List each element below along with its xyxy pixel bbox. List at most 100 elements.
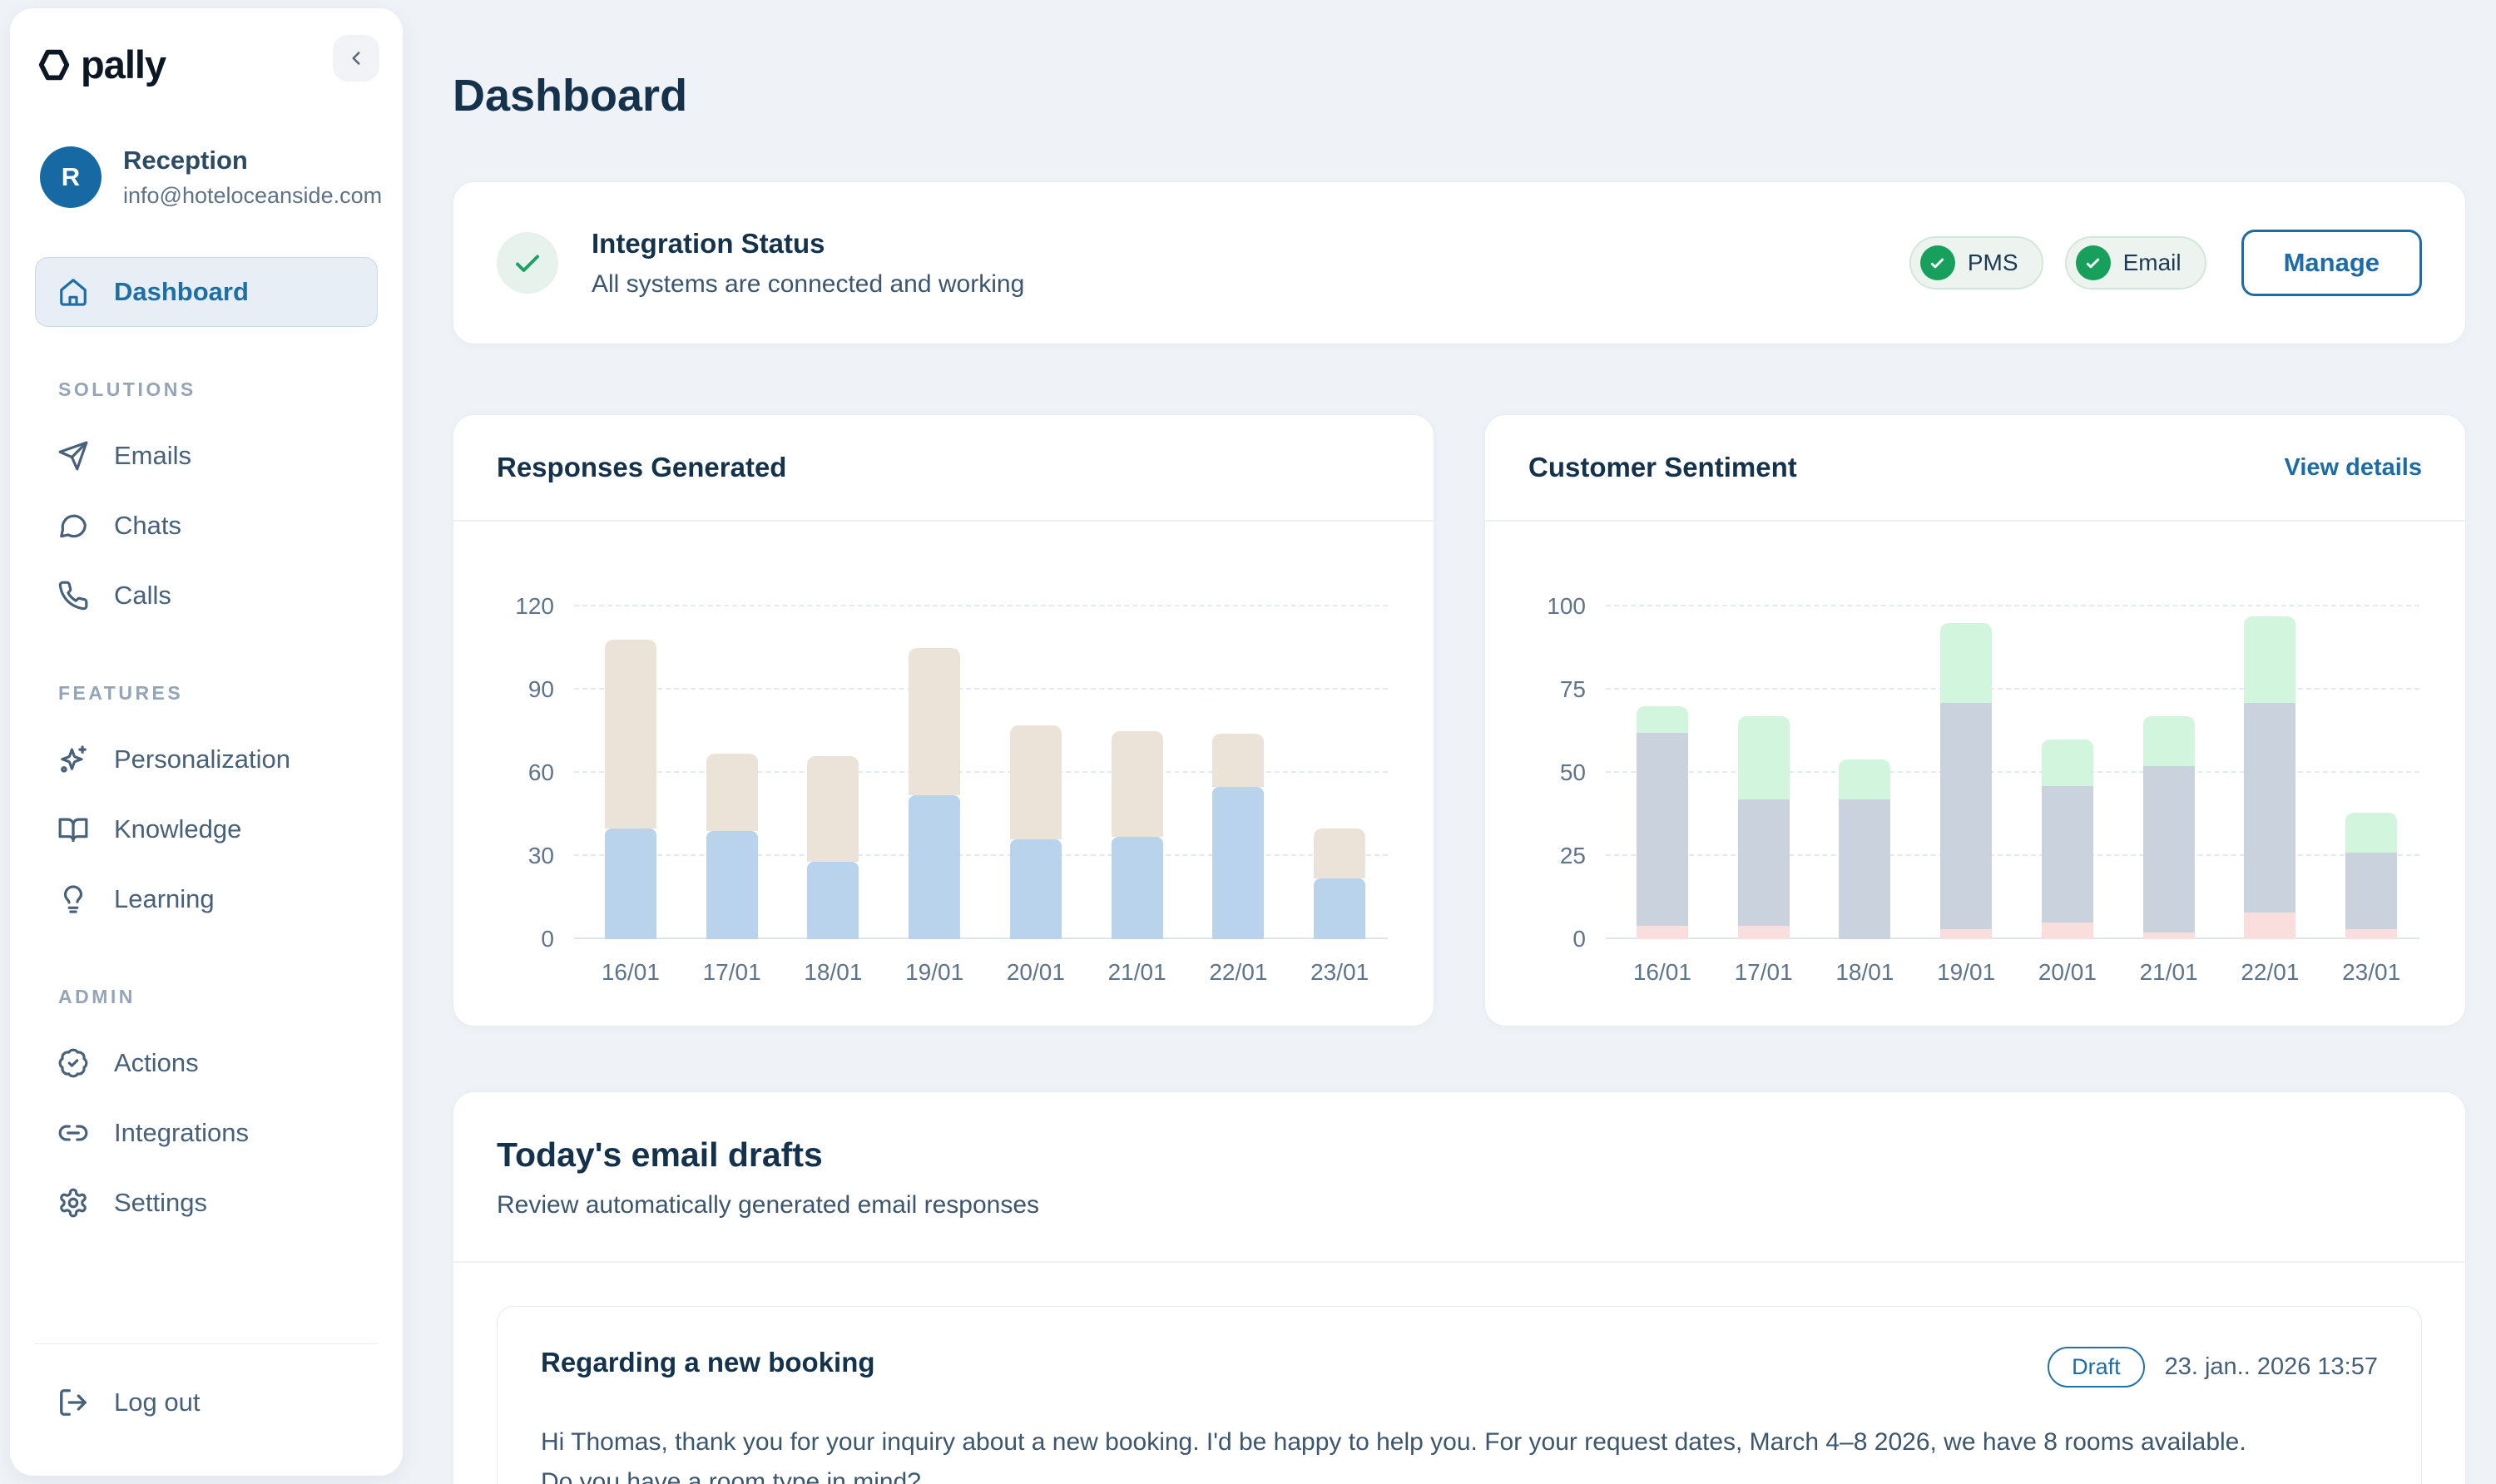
bar-slot [2336, 565, 2406, 939]
user-name: Reception [123, 146, 382, 176]
sidebar-item-dashboard[interactable]: Dashboard [35, 257, 378, 327]
sidebar-item-actions[interactable]: Actions [35, 1028, 378, 1098]
stacked-bar-22/01 [1212, 734, 1264, 939]
bars-row [596, 565, 1374, 939]
sidebar-item-learning[interactable]: Learning [35, 864, 378, 934]
x-axis-tick: 20/01 [2033, 959, 2102, 986]
chat-icon [57, 510, 89, 542]
stacked-bar-21/01 [1112, 731, 1163, 939]
bar-slot [2033, 565, 2102, 939]
bar-segment-beige [706, 754, 758, 831]
sidebar-wrap: pally R Reception info@hoteloceanside.co… [0, 0, 403, 1484]
badge-check-icon [57, 1047, 89, 1079]
draft-list-item[interactable]: Regarding a new booking Draft 23. jan.. … [497, 1306, 2422, 1484]
x-axis-tick: 20/01 [1001, 959, 1071, 986]
drafts-title: Today's email drafts [497, 1135, 2422, 1175]
logout-button[interactable]: Log out [35, 1368, 378, 1437]
status-actions: PMSEmail Manage [1909, 230, 2422, 296]
stacked-bar-23/01 [2345, 813, 2397, 939]
bar-segment-blue [1112, 837, 1163, 939]
y-axis-tick: 90 [484, 676, 554, 703]
sidebar-item-personalization[interactable]: Personalization [35, 725, 378, 794]
view-details-link[interactable]: View details [2285, 454, 2423, 482]
x-axis-tick: 23/01 [1305, 959, 1374, 986]
bar-segment-green [1839, 759, 1890, 799]
x-axis-tick: 16/01 [1627, 959, 1697, 986]
bar-slot [1204, 565, 1274, 939]
y-axis-tick: 75 [1516, 676, 1586, 703]
sidebar-item-settings[interactable]: Settings [35, 1168, 378, 1238]
y-axis-tick: 100 [1516, 593, 1586, 620]
manage-button[interactable]: Manage [2241, 230, 2422, 296]
badge-label: Email [2123, 250, 2182, 276]
y-axis-tick: 30 [484, 843, 554, 869]
bar-segment-blue [909, 795, 960, 939]
x-axis-tick: 19/01 [1931, 959, 2001, 986]
bar-slot [1305, 565, 1374, 939]
y-axis-tick: 0 [484, 926, 554, 952]
y-axis-tick: 60 [484, 759, 554, 786]
bar-slot [1931, 565, 2001, 939]
bar-slot [899, 565, 969, 939]
drafts-list: Regarding a new booking Draft 23. jan.. … [453, 1263, 2465, 1484]
bar-slot [697, 565, 767, 939]
sidebar-item-label: Knowledge [114, 814, 241, 844]
stacked-bar-21/01 [2143, 716, 2195, 939]
x-axis-tick: 19/01 [899, 959, 969, 986]
user-email: info@hoteloceanside.com [123, 183, 382, 209]
stacked-bar-18/01 [807, 756, 859, 939]
responses-generated-card: Responses Generated 030609012016/0117/01… [453, 414, 1434, 1026]
stacked-bar-22/01 [2244, 616, 2295, 939]
stacked-bar-17/01 [1738, 716, 1790, 939]
sidebar-collapse-button[interactable] [333, 35, 379, 82]
bars-row [1627, 565, 2406, 939]
sidebar-item-knowledge[interactable]: Knowledge [35, 794, 378, 864]
y-axis-tick: 0 [1516, 926, 1586, 952]
bar-segment-pink [2042, 923, 2093, 939]
bar-segment-pink [1940, 929, 1992, 939]
bar-segment-pink [2345, 929, 2397, 939]
stacked-bar-19/01 [1940, 623, 1992, 939]
bar-segment-gray [2345, 853, 2397, 929]
integration-status-card: Integration Status All systems are conne… [453, 181, 2466, 344]
sidebar-item-label: Settings [114, 1188, 207, 1218]
bar-segment-beige [605, 640, 656, 829]
sidebar-item-integrations[interactable]: Integrations [35, 1098, 378, 1168]
sidebar-item-emails[interactable]: Emails [35, 421, 378, 491]
y-axis-tick: 50 [1516, 759, 1586, 786]
email-drafts-card: Today's email drafts Review automaticall… [453, 1091, 2466, 1484]
bar-segment-pink [1637, 926, 1688, 939]
bar-segment-beige [1010, 725, 1062, 839]
customer-sentiment-chart: 025507510016/0117/0118/0119/0120/0121/01… [1485, 522, 2465, 1026]
bar-segment-gray [2143, 766, 2195, 932]
bar-slot [1102, 565, 1172, 939]
bar-segment-beige [1212, 734, 1264, 786]
logout-label: Log out [114, 1388, 200, 1417]
nav-section-label: FEATURES [58, 682, 378, 705]
x-axis-tick: 21/01 [2134, 959, 2204, 986]
bar-segment-gray [1940, 703, 1992, 929]
bar-slot [1001, 565, 1071, 939]
x-axis-tick: 18/01 [1830, 959, 1900, 986]
bar-segment-pink [2244, 913, 2295, 939]
home-icon [57, 276, 89, 308]
customer-sentiment-card: Customer Sentiment View details 02550751… [1484, 414, 2466, 1026]
chevron-left-icon [345, 47, 367, 69]
bar-segment-beige [807, 756, 859, 862]
bar-segment-pink [2143, 932, 2195, 939]
stacked-bar-23/01 [1314, 829, 1365, 939]
sidebar-item-calls[interactable]: Calls [35, 561, 378, 631]
sidebar-item-label: Dashboard [114, 277, 249, 307]
bar-slot [1729, 565, 1799, 939]
status-check-circle [497, 232, 558, 294]
sparkles-icon [57, 744, 89, 775]
sidebar-item-chats[interactable]: Chats [35, 491, 378, 561]
charts-row: Responses Generated 030609012016/0117/01… [453, 414, 2466, 1026]
x-axis-tick: 18/01 [799, 959, 869, 986]
draft-header-row: Regarding a new booking Draft 23. jan.. … [541, 1347, 2378, 1388]
y-axis-tick: 25 [1516, 843, 1586, 869]
sidebar-bottom: Log out [35, 1343, 378, 1437]
bar-segment-blue [1010, 839, 1062, 939]
send-icon [57, 440, 89, 472]
draft-meta: Draft 23. jan.. 2026 13:57 [2048, 1347, 2378, 1388]
